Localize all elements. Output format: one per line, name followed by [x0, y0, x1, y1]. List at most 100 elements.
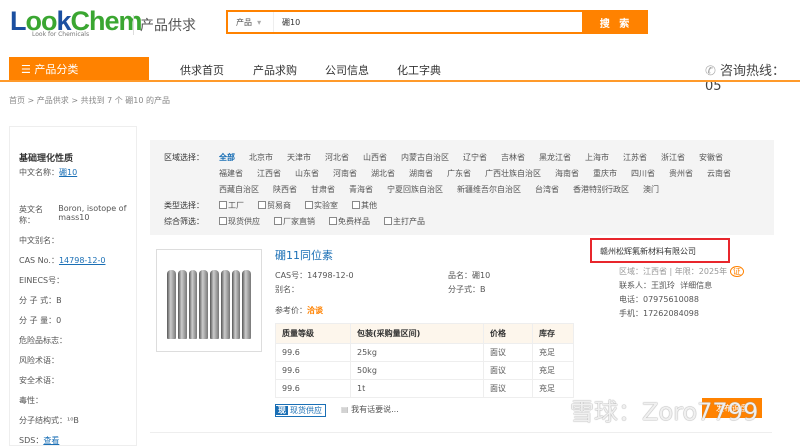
region-option[interactable]: 江苏省	[623, 150, 647, 166]
checkbox[interactable]	[219, 201, 227, 209]
in-stock-tag: 现现货供应	[275, 404, 326, 417]
region-option[interactable]: 北京市	[249, 150, 273, 166]
comment-link[interactable]: ▤ 我有话要说...	[341, 404, 399, 415]
property-label: 分子结构式：	[19, 416, 67, 425]
checkbox[interactable]	[352, 201, 360, 209]
region-option[interactable]: 天津市	[287, 150, 311, 166]
checkbox[interactable]	[274, 217, 282, 225]
column-header: 质量等级	[275, 323, 351, 344]
reference-price: 参考价：洽谈	[275, 306, 323, 315]
checkbox[interactable]	[384, 217, 392, 225]
region-option[interactable]: 香港特别行政区	[573, 182, 629, 198]
checkbox-label: 贸易商	[267, 201, 291, 210]
region-option[interactable]: 黑龙江省	[539, 150, 571, 166]
region-option[interactable]: 西藏自治区	[219, 182, 259, 198]
checkbox[interactable]	[329, 217, 337, 225]
product-image[interactable]	[156, 249, 262, 352]
property-value[interactable]: 14798-12-0	[59, 256, 106, 265]
table-row: 99.6 50kg 面议 充足	[275, 361, 574, 380]
hotline: ✆ 咨询热线：05	[705, 64, 786, 94]
nav-company[interactable]: 公司信息	[325, 62, 369, 78]
nav-home[interactable]: 供求首页	[180, 62, 224, 78]
region-option[interactable]: 四川省	[631, 166, 655, 182]
property-row: CAS No.：14798-12-0	[19, 255, 127, 266]
filter-checkbox[interactable]: 实验室	[305, 198, 338, 214]
property-value: Boron, isotope of mass10	[58, 204, 127, 222]
nav-purchase[interactable]: 产品求购	[253, 62, 297, 78]
search-input[interactable]: 硼10	[274, 17, 300, 28]
region-option[interactable]: 青海省	[349, 182, 373, 198]
table-cell: 99.6	[275, 379, 351, 398]
table-cell: 充足	[532, 379, 574, 398]
checkbox-label: 实验室	[314, 201, 338, 210]
checkbox[interactable]	[305, 201, 313, 209]
region-option[interactable]: 山西省	[363, 150, 387, 166]
region-option[interactable]: 山东省	[295, 166, 319, 182]
filter-checkbox[interactable]: 其他	[352, 198, 377, 214]
region-option[interactable]: 河北省	[325, 150, 349, 166]
region-option[interactable]: 陕西省	[273, 182, 297, 198]
search-button[interactable]: 搜 索	[584, 10, 648, 34]
nav-dictionary[interactable]: 化工字典	[397, 62, 441, 78]
table-cell: 面议	[483, 361, 533, 380]
type-label: 类型选择：	[164, 201, 204, 210]
region-option[interactable]: 甘肃省	[311, 182, 335, 198]
property-label: 安全术语：	[19, 376, 59, 385]
region-option[interactable]: 湖南省	[409, 166, 433, 182]
product-cas: CAS号：14798-12-0	[275, 271, 354, 280]
filter-checkbox[interactable]: 工厂	[219, 198, 244, 214]
region-option[interactable]: 新疆维吾尔自治区	[457, 182, 521, 198]
price-table: 质量等级 包装(采购量区间) 价格 库存 99.6 25kg 面议 充足 99.6 50k…	[275, 323, 574, 398]
checkbox[interactable]	[258, 201, 266, 209]
region-option[interactable]: 云南省	[707, 166, 731, 182]
region-option[interactable]: 贵州省	[669, 166, 693, 182]
checkbox-label: 工厂	[228, 201, 244, 210]
category-menu-button[interactable]: ☰ 产品分类	[9, 57, 149, 81]
filter-checkbox[interactable]: 贸易商	[258, 198, 291, 214]
property-label: 中文别名：	[19, 236, 59, 245]
filter-checkbox[interactable]: 免费样品	[329, 214, 370, 230]
product-name: 品名：硼10	[448, 271, 491, 280]
region-label: 区域选择：	[164, 153, 204, 162]
region-option[interactable]: 辽宁省	[463, 150, 487, 166]
property-value[interactable]: 查看	[43, 436, 59, 445]
property-row: 分 子 量：0	[19, 315, 127, 326]
region-option[interactable]: 浙江省	[661, 150, 685, 166]
region-option[interactable]: 上海市	[585, 150, 609, 166]
region-option[interactable]: 福建省	[219, 166, 243, 182]
region-option[interactable]: 吉林省	[501, 150, 525, 166]
product-title[interactable]: 硼11同位素	[275, 247, 333, 263]
logo-tagline: Look for Chemicals	[32, 31, 90, 38]
company-name[interactable]: 赣州松辉氟新材料有限公司	[590, 238, 730, 263]
property-label: SDS：	[19, 436, 44, 445]
region-option[interactable]: 内蒙古自治区	[401, 150, 449, 166]
search-category-select[interactable]: 产品 ▾	[228, 12, 274, 32]
region-option[interactable]: 广西壮族自治区	[485, 166, 541, 182]
column-header: 价格	[483, 323, 533, 344]
region-option[interactable]: 湖北省	[371, 166, 395, 182]
filter-checkbox[interactable]: 主打产品	[384, 214, 425, 230]
region-option[interactable]: 河南省	[333, 166, 357, 182]
filter-checkbox[interactable]: 厂家直销	[274, 214, 315, 230]
region-option[interactable]: 海南省	[555, 166, 579, 182]
region-option[interactable]: 澳门	[643, 182, 659, 198]
filter-panel: 区域选择： 全部 北京市 天津市 河北省 山西省 内蒙古自治区 辽宁省 吉林省 黑龙江省 上海市 江苏…	[150, 140, 774, 235]
property-value[interactable]: 硼10	[59, 168, 77, 177]
checkbox[interactable]	[219, 217, 227, 225]
region-option[interactable]: 安徽省	[699, 150, 723, 166]
region-option[interactable]: 广东省	[447, 166, 471, 182]
region-option[interactable]: 宁夏回族自治区	[387, 182, 443, 198]
region-option[interactable]: 全部	[219, 150, 235, 166]
table-cell: 面议	[483, 343, 533, 362]
region-option[interactable]: 江西省	[257, 166, 281, 182]
property-label: 英文名称：	[19, 205, 43, 225]
property-label: 风险术语：	[19, 356, 59, 365]
property-row: 中文名称：硼10	[19, 167, 127, 178]
detail-link[interactable]: 详细信息	[680, 281, 712, 290]
phone-icon: ✆	[705, 64, 716, 79]
region-option[interactable]: 台湾省	[535, 182, 559, 198]
table-cell: 1t	[350, 379, 484, 398]
filter-checkbox[interactable]: 现货供应	[219, 214, 260, 230]
region-option[interactable]: 重庆市	[593, 166, 617, 182]
table-cell: 充足	[532, 361, 574, 380]
